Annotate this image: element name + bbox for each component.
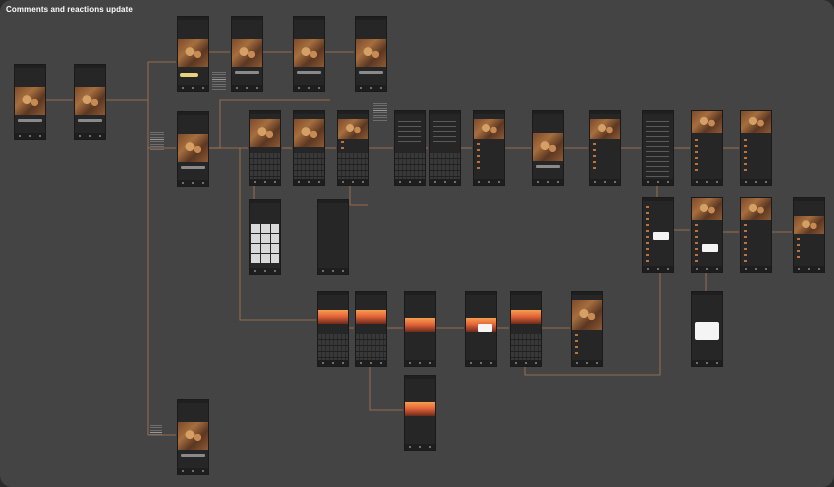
screen-photo-reactions bbox=[231, 16, 263, 92]
screen-photo-comments bbox=[793, 197, 825, 273]
design-canvas: Comments and reactions update bbox=[0, 0, 834, 487]
screen-sunset-popup bbox=[465, 291, 497, 367]
screen-photo-comments bbox=[740, 110, 772, 186]
screen-photo-picker bbox=[249, 199, 281, 275]
screen-photo bbox=[293, 16, 325, 92]
screen-comments-list bbox=[642, 110, 674, 186]
screen-photo-feed bbox=[14, 64, 46, 140]
screen-comments-keyboard bbox=[394, 110, 426, 186]
screen-sunset bbox=[404, 291, 436, 367]
screen-empty bbox=[317, 199, 349, 275]
screen-photo-keyboard bbox=[293, 110, 325, 186]
screen-photo bbox=[532, 110, 564, 186]
screen-sunset-keyboard bbox=[317, 291, 349, 367]
screen-sunset-keyboard bbox=[355, 291, 387, 367]
annotation-text bbox=[373, 103, 387, 121]
screen-photo-reactions bbox=[177, 16, 209, 92]
screen-comments-keyboard bbox=[337, 110, 369, 186]
annotation-text bbox=[150, 425, 162, 435]
screen-photo-feed bbox=[74, 64, 106, 140]
screen-photo-comments bbox=[589, 110, 621, 186]
screen-photo bbox=[571, 291, 603, 367]
screen-photo bbox=[177, 399, 209, 475]
screen-photo bbox=[355, 16, 387, 92]
screen-sunset-keyboard bbox=[510, 291, 542, 367]
screen-photo-comments bbox=[473, 110, 505, 186]
screen-photo bbox=[177, 111, 209, 187]
screen-sunset bbox=[404, 375, 436, 451]
annotation-text bbox=[150, 132, 164, 150]
screen-photo-comments bbox=[740, 197, 772, 273]
board-title: Comments and reactions update bbox=[6, 5, 133, 14]
screen-photo-keyboard bbox=[249, 110, 281, 186]
screen-comments-keyboard bbox=[429, 110, 461, 186]
screen-comments-popup bbox=[642, 197, 674, 273]
screen-dialog bbox=[691, 291, 723, 367]
screen-comments-popup bbox=[691, 197, 723, 273]
annotation-text bbox=[212, 72, 226, 90]
screen-photo-comments bbox=[691, 110, 723, 186]
